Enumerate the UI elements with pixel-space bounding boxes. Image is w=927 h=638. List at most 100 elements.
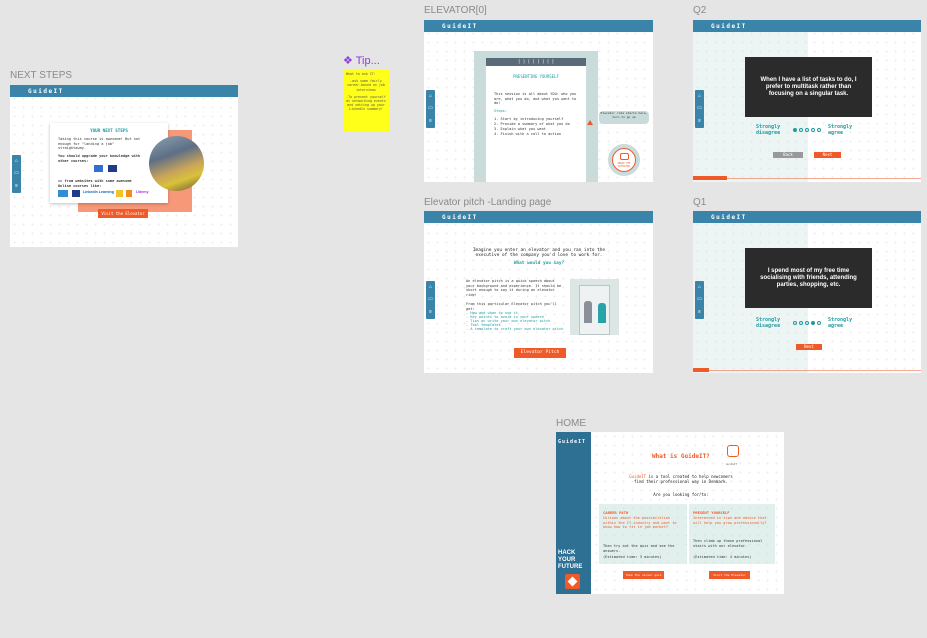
next-steps-frame: GuideIT ⌂ ▭ ≡ YOUR NEXT STEPS Taking thi…	[10, 85, 238, 247]
brand-bar: GuideIT	[424, 211, 653, 223]
next-button[interactable]: Next	[796, 344, 822, 350]
diamond-shape	[567, 576, 578, 587]
elevator-illustration	[570, 279, 619, 335]
list-icon[interactable]: ≡	[429, 119, 432, 124]
likert-option[interactable]	[799, 128, 803, 132]
home-icon[interactable]: ⌂	[698, 284, 701, 290]
sticky-line-1: What to ask IT:	[346, 72, 376, 76]
step-2: 2. Provide a summary of what you do	[494, 122, 570, 126]
likert-option[interactable]	[793, 321, 797, 325]
frame-label-q1: Q1	[693, 197, 707, 208]
home-icon[interactable]: ⌂	[429, 93, 432, 99]
home-frame: GuideIT HACK YOUR FUTURE What is GuideIT…	[556, 432, 784, 594]
robot-mascot-icon	[727, 445, 739, 457]
q1-frame: GuideIT ⌂ ▭ ≡ I spend most of my free ti…	[693, 211, 921, 373]
q1-statement-card: I spend most of my free time socialising…	[745, 248, 872, 308]
up-arrow-icon[interactable]	[587, 120, 593, 125]
presenting-subtitle: PRESENTING YOURSELF	[513, 74, 559, 79]
list-icon[interactable]: ≡	[698, 119, 701, 124]
side-nav[interactable]: ⌂ ▭ ≡	[695, 281, 704, 319]
present-title: PRESENT YOURSELF	[693, 510, 730, 515]
next-button[interactable]: Next	[814, 152, 841, 158]
career-then: Then try out the quiz and see the answer…	[603, 544, 675, 553]
intro-body: This session is all about YOU: who you a…	[494, 92, 577, 106]
list-icon[interactable]: ≡	[429, 310, 432, 315]
visit-elevator-button[interactable]: Visit the Elevator	[98, 209, 148, 218]
linkedin-learning-logo: LinkedIn Learning	[83, 190, 114, 194]
robot-icon	[620, 153, 629, 160]
likert-option[interactable]	[799, 321, 803, 325]
career-text: Curious about the possibilities within t…	[603, 516, 677, 530]
card-title: YOUR NEXT STEPS	[90, 128, 128, 133]
looking-for: Are you looking for/to:	[653, 492, 709, 497]
back-button[interactable]: Back	[773, 152, 803, 158]
badge-inner: ABOUT THE ELEVATOR	[612, 148, 636, 172]
elevator-tooltip: Elevator ride starts here, turn to go up	[599, 111, 649, 124]
elevator-pitch-button[interactable]: Elevator Pitch	[514, 348, 566, 358]
step-1: 1. Start by introducing yourself	[494, 117, 564, 121]
brand-bar: GuideIT	[424, 20, 653, 32]
badge-caption: ABOUT THE ELEVATOR	[617, 162, 631, 168]
sticky-note: What to ask IT: -ask some fairly career-…	[343, 69, 389, 131]
career-card[interactable]: CAREER PATH Curious about the possibilit…	[599, 504, 687, 564]
laptop-icon[interactable]: ▭	[697, 106, 702, 111]
side-nav[interactable]: ⌂ ▭ ≡	[426, 90, 435, 128]
likert-option[interactable]	[811, 128, 815, 132]
step-3: 3. Explain what you want	[494, 127, 546, 131]
list-icon[interactable]: ≡	[698, 310, 701, 315]
likert-scale[interactable]	[793, 321, 821, 325]
laptop-icon[interactable]: ▭	[428, 297, 433, 302]
frame-label-landing: Elevator pitch -Landing page	[424, 197, 552, 208]
scale-left-label: Strongly disagree	[756, 317, 781, 329]
present-then: Then climb up those professional stairs …	[693, 539, 763, 548]
logo-box-3	[116, 190, 123, 197]
logo-box-2	[72, 190, 80, 197]
likert-option[interactable]	[793, 128, 797, 132]
logo-box-1	[58, 190, 68, 197]
likert-option[interactable]	[817, 321, 821, 325]
career-title: CAREER PATH	[603, 510, 629, 515]
laptop-icon[interactable]: ▭	[697, 297, 702, 302]
sticky-line-3: -To present yourself at networking event…	[346, 94, 386, 112]
home-icon[interactable]: ⌂	[698, 93, 701, 99]
progress-track	[693, 178, 921, 179]
laptop-icon[interactable]: ▭	[428, 106, 433, 111]
present-card[interactable]: PRESENT YOURSELF Interested in tips and …	[689, 504, 775, 564]
intro-rest: is a tool created to help newcomers find…	[634, 474, 733, 484]
landing-headline: Imagine you enter an elevator and you ra…	[472, 248, 606, 259]
likert-scale[interactable]	[793, 128, 821, 132]
side-nav[interactable]: ⌂ ▭ ≡	[426, 281, 435, 319]
mascot-caption: GuideIT	[726, 463, 737, 466]
present-time: (Estimated time: 4 minutes)	[693, 555, 752, 559]
laptop-icon[interactable]: ▭	[14, 171, 19, 176]
brand-bar: GuideIT	[693, 211, 921, 223]
pitch-definition: An elevator pitch is a quick speech abou…	[466, 279, 562, 297]
side-nav[interactable]: ⌂ ▭ ≡	[12, 155, 21, 193]
progress-track	[693, 370, 921, 371]
likert-option[interactable]	[811, 321, 815, 325]
frame-label-q2: Q2	[693, 5, 707, 16]
hyf-emblem-icon	[565, 574, 580, 589]
likert-option[interactable]	[805, 321, 809, 325]
scale-right-label: Strongly agree	[828, 124, 853, 136]
career-quiz-button[interactable]: Take the career quiz	[623, 571, 664, 579]
panel-header: [ ] [ ] [ ] [ ]	[486, 58, 586, 66]
home-sidebar: GuideIT HACK YOUR FUTURE	[556, 432, 591, 594]
q2-statement-card: When I have a list of tasks to do, I pre…	[745, 57, 872, 117]
course-logo-2	[108, 165, 117, 172]
likert-option[interactable]	[817, 128, 821, 132]
list-icon[interactable]: ≡	[15, 184, 18, 189]
hyf-line-3: FUTURE	[558, 564, 583, 570]
side-nav[interactable]: ⌂ ▭ ≡	[695, 90, 704, 128]
likert-option[interactable]	[805, 128, 809, 132]
home-icon[interactable]: ⌂	[429, 284, 432, 290]
upgrade-text: You should upgrade your knowledge with o…	[58, 154, 141, 163]
career-time: (Estimated time: 3 minutes)	[603, 555, 662, 559]
hyf-line-1: HACK	[558, 550, 576, 556]
intro-text: Taking this course is awesome! But not e…	[58, 137, 141, 151]
home-title: What is GuideIT?	[652, 453, 710, 460]
scale-right-label: Strongly agree	[828, 317, 853, 329]
visit-elevator-button[interactable]: Visit the Elevator	[709, 571, 750, 579]
steps-title: Steps:	[494, 109, 507, 113]
home-icon[interactable]: ⌂	[15, 158, 18, 164]
